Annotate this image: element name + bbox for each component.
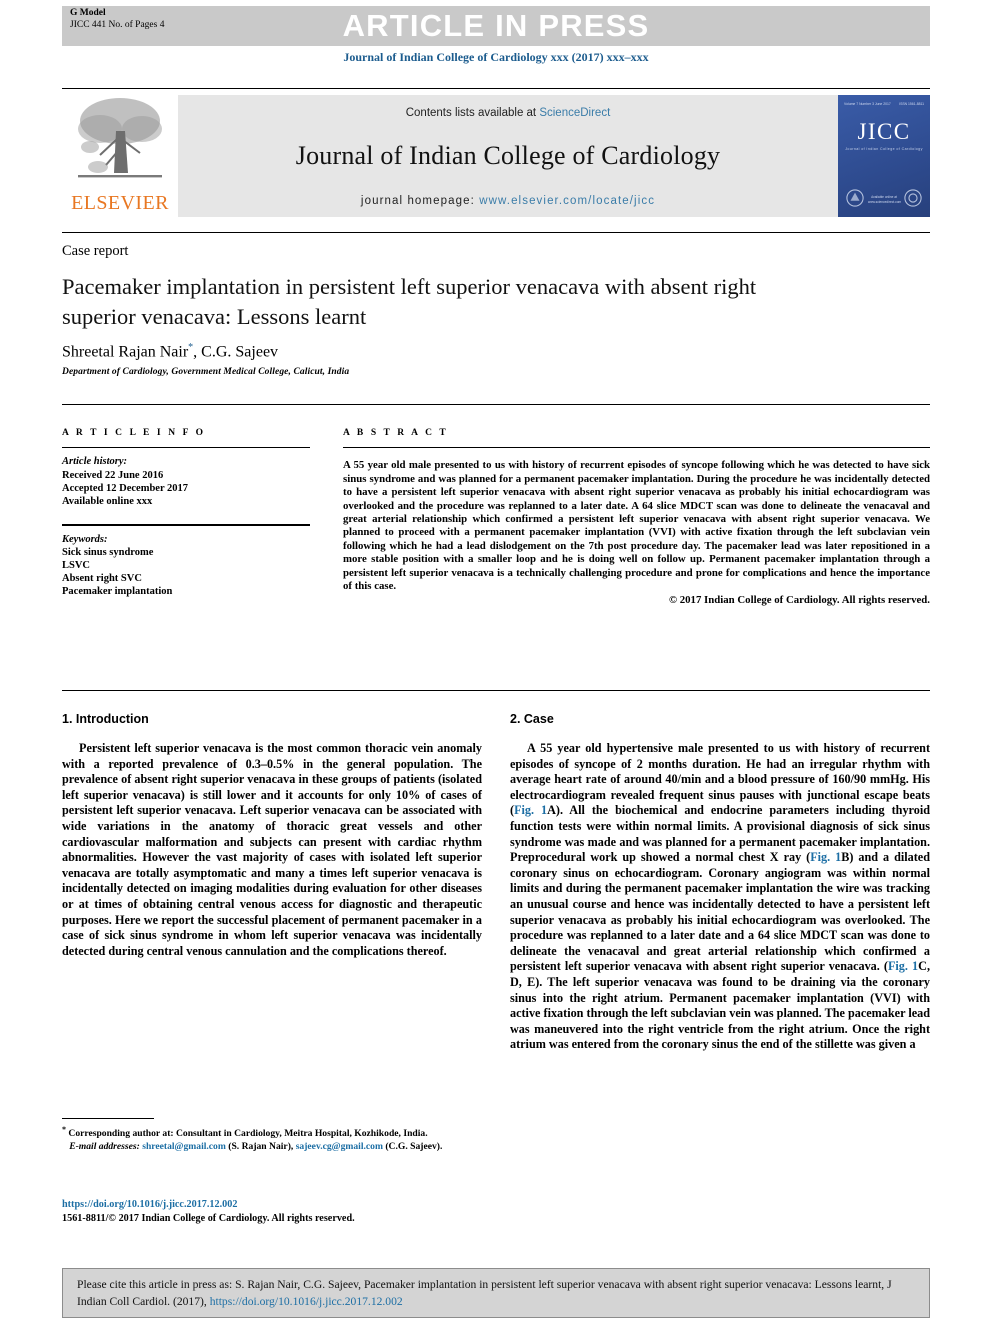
journal-title: Journal of Indian College of Cardiology — [295, 141, 721, 170]
cover-volume-text: Volume 7 Number 3 June 2017 — [844, 102, 891, 106]
case-text-c: B) and a dilated coronary sinus on echoc… — [510, 850, 930, 974]
abstract-text: A 55 year old male presented to us with … — [343, 459, 930, 593]
keyword-item: Pacemaker implantation — [62, 586, 173, 598]
article-page: ARTICLE IN PRESS G Model JICC 441 No. of… — [0, 0, 992, 1323]
case-heading: 2. Case — [510, 712, 554, 726]
doi-block: https://doi.org/10.1016/j.jicc.2017.12.0… — [62, 1198, 522, 1226]
email-link-secondary[interactable]: sajeev.cg@gmail.com — [296, 1141, 383, 1152]
doi-link[interactable]: https://doi.org/10.1016/j.jicc.2017.12.0… — [62, 1198, 522, 1212]
journal-cover-thumbnail[interactable]: Volume 7 Number 3 June 2017 ISSN 1561-88… — [838, 95, 930, 217]
author-secondary: , C.G. Sajeev — [193, 343, 279, 361]
elsevier-wordmark: ELSEVIER — [71, 192, 169, 214]
abstract-column: A B S T R A C T A 55 year old male prese… — [343, 428, 930, 606]
keywords-divider — [62, 524, 310, 526]
figure-1c-link[interactable]: Fig. 1 — [888, 959, 918, 973]
available-online-date: Available online xxx — [62, 496, 153, 507]
email-addresses-label: E-mail addresses: — [69, 1140, 140, 1152]
email-owner-primary: (S. Rajan Nair), — [228, 1140, 294, 1152]
figure-1a-link[interactable]: Fig. 1 — [514, 803, 547, 817]
g-model-block: G Model JICC 441 No. of Pages 4 — [70, 8, 164, 31]
email-line: E-mail addresses: shreetal@gmail.com (S.… — [62, 1141, 482, 1154]
info-band-bottom-rule — [62, 690, 930, 691]
cite-doi-link[interactable]: https://doi.org/10.1016/j.jicc.2017.12.0… — [210, 1295, 403, 1308]
abstract-copyright: © 2017 Indian College of Cardiology. All… — [669, 594, 930, 607]
article-type-label: Case report — [62, 243, 129, 259]
article-number-label: JICC 441 No. of Pages 4 — [70, 19, 165, 30]
elsevier-logo: ELSEVIER — [64, 95, 176, 217]
article-in-press-text: ARTICLE IN PRESS — [342, 8, 650, 43]
figure-1b-link[interactable]: Fig. 1 — [810, 850, 841, 864]
keyword-item: Sick sinus syndrome — [62, 546, 154, 558]
email-link-primary[interactable]: shreetal@gmail.com — [142, 1141, 226, 1152]
article-history-block: Article history: Received 22 June 2016 A… — [62, 455, 310, 508]
body-column-left: 1. Introduction Persistent left superior… — [62, 712, 482, 959]
introduction-paragraph: Persistent left superior venacava is the… — [62, 741, 482, 958]
article-history-label: Article history: — [62, 456, 128, 468]
cover-jicc-title: JICC — [857, 119, 911, 144]
abstract-divider — [343, 447, 930, 449]
cite-this-article-box: Please cite this article in press as: S.… — [62, 1268, 930, 1318]
footnote-block: * Corresponding author at: Consultant in… — [62, 1124, 482, 1153]
elsevier-tree-icon — [78, 98, 162, 178]
journal-citation-line: Journal of Indian College of Cardiology … — [343, 50, 649, 64]
contents-prefix: Contents lists available at — [405, 107, 537, 119]
abstract-heading: A B S T R A C T — [343, 428, 449, 438]
article-in-press-band: ARTICLE IN PRESS — [62, 6, 930, 46]
received-date: Received 22 June 2016 — [62, 469, 164, 481]
cover-subtitle: Journal of Indian College of Cardiology — [845, 147, 923, 151]
info-band-top-rule — [62, 404, 930, 405]
page-title: Pacemaker implantation in persistent lef… — [62, 274, 757, 329]
homepage-url-link[interactable]: www.elsevier.com/locate/jicc — [479, 195, 655, 207]
email-owner-secondary: (C.G. Sajeev). — [385, 1140, 443, 1152]
sciencedirect-link[interactable]: ScienceDirect — [539, 107, 610, 119]
cover-footer-text: Available online at www.sciencedirect.co… — [868, 195, 902, 204]
homepage-label: journal homepage: — [360, 195, 475, 207]
author-primary: Shreetal Rajan Nair — [62, 343, 189, 361]
cover-emblem-right-icon — [904, 189, 922, 207]
corresponding-author-note: Corresponding author at: Consultant in C… — [68, 1128, 428, 1140]
title-top-rule — [62, 232, 930, 233]
g-model-label: G Model — [70, 8, 106, 18]
cover-issn-text: ISSN 1561-8811 — [899, 102, 924, 106]
introduction-heading: 1. Introduction — [62, 712, 149, 726]
keyword-item: LSVC — [62, 560, 91, 571]
keyword-item: Absent right SVC — [62, 573, 142, 585]
cite-prefix-text: Please cite this article in press as: S.… — [77, 1278, 892, 1308]
accepted-date: Accepted 12 December 2017 — [62, 482, 189, 494]
masthead-center: Contents lists available at ScienceDirec… — [178, 95, 838, 217]
keywords-block: Keywords: Sick sinus syndrome LSVC Absen… — [62, 533, 310, 599]
issn-copyright-line: 1561-8811/© 2017 Indian College of Cardi… — [62, 1213, 355, 1224]
case-paragraph: A 55 year old hypertensive male presente… — [510, 741, 930, 1053]
keywords-label: Keywords: — [62, 533, 108, 545]
author-list: Shreetal Rajan Nair*, C.G. Sajeev — [62, 342, 762, 361]
contents-lists-line: Contents lists available at ScienceDirec… — [178, 107, 838, 119]
article-info-column: A R T I C L E I N F O Article history: R… — [62, 428, 310, 599]
footnote-star-marker: * — [62, 1125, 66, 1134]
cover-emblem-left-icon — [846, 189, 864, 207]
article-info-heading: A R T I C L E I N F O — [62, 428, 206, 438]
journal-homepage-line: journal homepage: www.elsevier.com/locat… — [178, 195, 838, 207]
body-column-right: 2. Case A 55 year old hypertensive male … — [510, 712, 930, 1053]
journal-masthead: ELSEVIER Contents lists available at Sci… — [62, 88, 930, 220]
footnote-rule — [62, 1118, 154, 1119]
article-info-divider — [62, 447, 310, 449]
cover-header-row: Volume 7 Number 3 June 2017 ISSN 1561-88… — [844, 102, 924, 106]
author-affiliation: Department of Cardiology, Government Med… — [62, 367, 350, 377]
